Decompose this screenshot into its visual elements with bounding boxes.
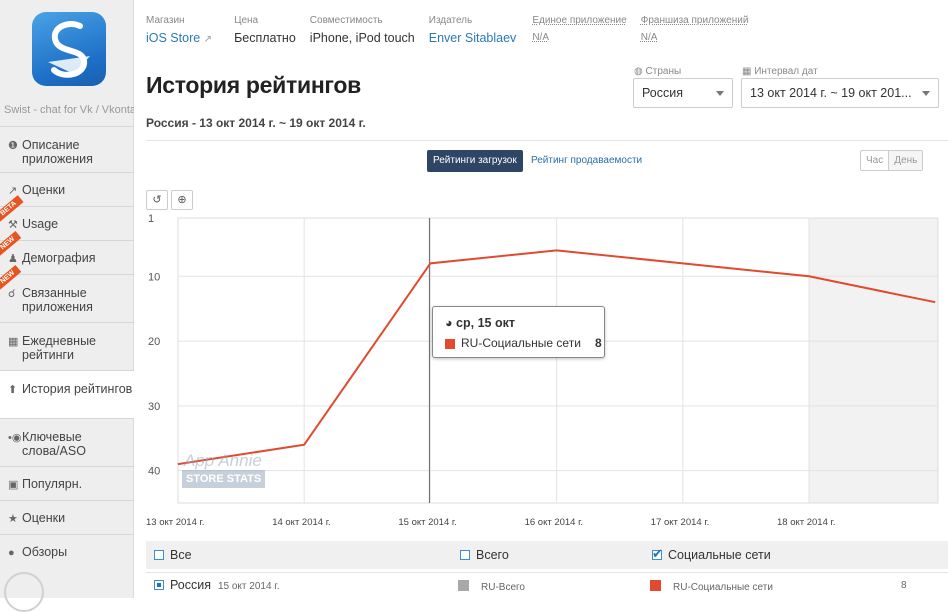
legend-total[interactable]: Всего (460, 548, 509, 562)
tooltip-value: 8 (595, 336, 602, 350)
tooltip-swatch (445, 339, 455, 349)
y-tick-label: 20 (148, 336, 160, 348)
y-tick-label: 30 (148, 401, 160, 413)
total-swatch (458, 580, 469, 591)
future-shade (809, 218, 938, 503)
legend-social[interactable]: Социальные сети (652, 548, 771, 562)
checkbox-all[interactable] (154, 550, 164, 560)
social-swatch (650, 580, 661, 591)
tooltip-date: ◕ ср, 15 окт (445, 316, 515, 330)
app-annie-watermark: App Annie STORE STATS (182, 452, 265, 488)
checkbox-total[interactable] (460, 550, 470, 560)
rank-chart: 1 10 20 30 40 13 окт 2014 г. 14 окт 2014 г. 15 … (0, 0, 948, 598)
legend-row: Россия 15 окт 2014 г. RU-Всего RU-Социал… (146, 572, 948, 598)
legend-social-value: 8 (901, 580, 907, 591)
x-tick-label: 18 окт 2014 г. (777, 517, 835, 528)
chart-tooltip: ◕ ср, 15 окт RU-Социальные сети 8 (432, 306, 605, 358)
legend-header: Все Всего Социальные сети (146, 541, 948, 569)
watermark-line2: STORE STATS (182, 470, 265, 488)
tooltip-series: RU-Социальные сети (461, 336, 581, 350)
legend-total-series: RU-Всего (458, 580, 525, 593)
legend-all[interactable]: Все (154, 548, 192, 562)
watermark-line1: App Annie (182, 452, 265, 470)
checkbox-social[interactable] (652, 550, 662, 560)
x-tick-label: 16 окт 2014 г. (525, 517, 583, 528)
legend-country[interactable]: Россия 15 окт 2014 г. (154, 578, 280, 592)
x-tick-label: 17 окт 2014 г. (651, 517, 709, 528)
globe-icon: ◕ (445, 316, 453, 330)
y-tick-label: 1 (148, 213, 154, 225)
x-tick-label: 15 окт 2014 г. (398, 517, 456, 528)
x-tick-label: 13 окт 2014 г. (146, 517, 204, 528)
radio-country[interactable] (154, 580, 164, 590)
y-tick-label: 10 (148, 271, 160, 283)
x-tick-label: 14 окт 2014 г. (272, 517, 330, 528)
legend-social-series: RU-Социальные сети (650, 580, 773, 593)
y-tick-label: 40 (148, 466, 160, 478)
